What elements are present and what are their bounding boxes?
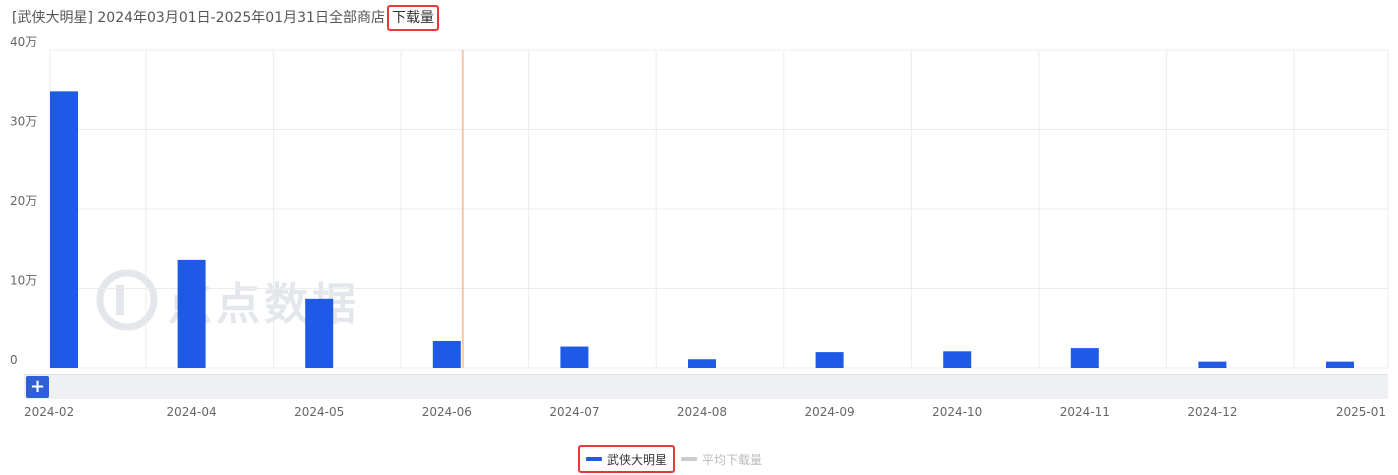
y-tick-label: 10万: [10, 274, 37, 288]
bar-2025-01[interactable]: [1326, 361, 1354, 368]
y-tick-label: 30万: [10, 115, 37, 129]
x-tick-label: 2025-01: [1336, 405, 1386, 419]
zoom-slider-track[interactable]: [24, 374, 1388, 399]
legend-label-average: 平均下载量: [702, 452, 763, 467]
x-tick-label: 2024-09: [805, 405, 855, 419]
x-axis-ticks: 2024-02 2024-04 2024-05 2024-06 2024-07 2024-…: [24, 405, 1386, 419]
x-tick-label: 2024-12: [1187, 405, 1237, 419]
x-tick-label: 2024-04: [167, 405, 217, 419]
legend-swatch-series: [586, 457, 602, 461]
x-tick-label: 2024-11: [1060, 405, 1110, 419]
bar-2024-12[interactable]: [1198, 361, 1227, 368]
legend-label-series: 武侠大明星: [607, 452, 668, 467]
bar-2024-04[interactable]: [177, 259, 206, 368]
x-tick-label: 2024-06: [422, 405, 472, 419]
bar-2024-10[interactable]: [943, 351, 972, 368]
bar-chart: 010万20万30万40万 2024-02 2024-04 2024-05 2024-…: [10, 35, 1389, 419]
x-tick-label: 2024-10: [932, 405, 982, 419]
x-tick-label: 2024-08: [677, 405, 727, 419]
bar-2024-07[interactable]: [560, 346, 589, 368]
x-tick-label: 2024-05: [294, 405, 344, 419]
bar-2024-06[interactable]: [432, 340, 461, 368]
y-axis-ticks: 0 10万 20万 30万 40万: [10, 35, 37, 367]
grid-lines: [49, 49, 1389, 369]
x-tick-label: 2024-07: [549, 405, 599, 419]
bar-2024-09[interactable]: [815, 352, 844, 368]
bar-2024-05[interactable]: [305, 298, 334, 368]
y-tick-label: 0: [10, 353, 18, 367]
bar-series: [50, 91, 1354, 368]
legend-item-average[interactable]: 平均下载量: [675, 447, 768, 471]
legend-swatch-average: [681, 457, 698, 461]
legend-item-series[interactable]: 武侠大明星: [578, 445, 676, 473]
legend: 武侠大明星 平均下载量: [578, 445, 768, 473]
y-tick-label: 20万: [10, 194, 37, 208]
bar-2024-08[interactable]: [688, 359, 716, 368]
y-tick-label: 40万: [10, 35, 37, 49]
bar-2024-02[interactable]: [50, 91, 78, 368]
bar-2024-11[interactable]: [1070, 348, 1099, 368]
x-tick-label: 2024-02: [24, 405, 74, 419]
zoom-expand-button[interactable]: +: [26, 376, 49, 398]
